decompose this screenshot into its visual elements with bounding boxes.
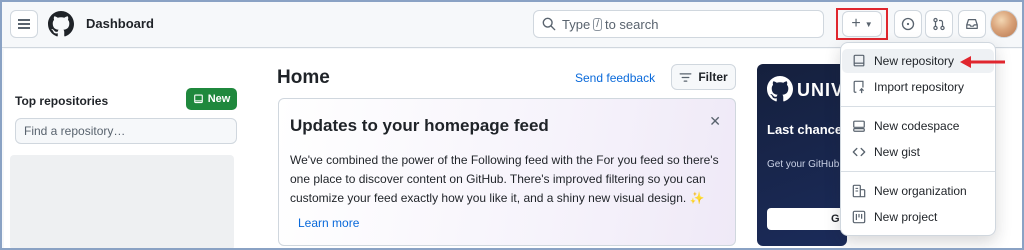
- repo-push-icon: [853, 80, 864, 94]
- menu-item-import-repository[interactable]: Import repository: [842, 75, 994, 99]
- search-prefix: Type: [562, 16, 591, 32]
- avatar[interactable]: [990, 10, 1018, 38]
- find-repository-input[interactable]: Find a repository…: [15, 118, 237, 144]
- hamburger-icon: [18, 23, 30, 25]
- filter-label: Filter: [698, 70, 728, 84]
- new-repository-button[interactable]: New: [186, 88, 237, 110]
- feed-update-card: Updates to your homepage feed ✕ We've co…: [278, 98, 736, 246]
- github-logo-icon[interactable]: [48, 11, 74, 37]
- issue-opened-icon: [901, 17, 915, 31]
- search-shortcut-key: /: [593, 17, 602, 31]
- search-input[interactable]: Type / to search: [533, 10, 824, 38]
- create-new-button[interactable]: + ▼: [842, 11, 882, 37]
- code-icon: [852, 147, 866, 157]
- organization-icon: [852, 184, 866, 198]
- repo-icon: [193, 93, 203, 103]
- repo-icon: [853, 54, 865, 67]
- codespaces-icon: [853, 120, 865, 132]
- git-pull-request-icon: [933, 17, 945, 31]
- menu-item-new-organization[interactable]: New organization: [842, 179, 994, 203]
- promo-headline: Last chance: sale is exten: [767, 122, 847, 137]
- close-icon[interactable]: ✕: [709, 113, 721, 130]
- dashboard-sidebar: Top repositories New Find a repository…: [4, 49, 249, 248]
- learn-more-link[interactable]: Learn more: [298, 216, 359, 230]
- triangle-down-icon: ▼: [864, 19, 873, 29]
- issues-button[interactable]: [894, 10, 922, 38]
- universe-promo-card: UNIV Last chance: sale is exten Get your…: [757, 64, 847, 246]
- page-title: Home: [277, 67, 330, 88]
- menu-item-new-project[interactable]: New project: [842, 205, 994, 229]
- menu-item-label: New gist: [874, 145, 921, 159]
- menu-item-label: New organization: [874, 184, 967, 198]
- menu-toggle-button[interactable]: [10, 10, 38, 38]
- context-title[interactable]: Dashboard: [86, 16, 154, 31]
- top-repositories-heading: Top repositories: [15, 94, 109, 108]
- inbox-icon: [966, 19, 978, 29]
- plus-icon: +: [851, 15, 861, 32]
- pull-requests-button[interactable]: [925, 10, 953, 38]
- menu-divider: [841, 171, 995, 172]
- menu-item-new-codespace[interactable]: New codespace: [842, 114, 994, 138]
- new-button-label: New: [207, 93, 231, 105]
- menu-item-label: New project: [874, 210, 938, 224]
- inbox-button[interactable]: [958, 10, 986, 38]
- filter-button[interactable]: Filter: [671, 64, 736, 90]
- annotation-arrow-icon: [960, 56, 1005, 68]
- menu-divider: [841, 106, 995, 107]
- menu-item-label: Import repository: [874, 80, 965, 94]
- search-suffix: to search: [604, 16, 659, 32]
- menu-item-label: New codespace: [874, 119, 960, 133]
- create-new-highlight: + ▼: [836, 8, 888, 40]
- menu-item-label: New repository: [874, 54, 955, 68]
- filter-icon: [679, 72, 692, 82]
- screenshot-frame: Dashboard Type / to search + ▼ Top repos…: [0, 0, 1024, 250]
- loading-placeholder: [10, 155, 234, 248]
- menu-item-new-gist[interactable]: New gist: [842, 140, 994, 164]
- project-icon: [852, 210, 866, 224]
- send-feedback-link[interactable]: Send feedback: [575, 71, 655, 85]
- github-logo-icon: [767, 76, 793, 102]
- card-body: We've combined the power of the Followin…: [290, 153, 719, 205]
- promo-body: Get your GitHub until July 15.: [767, 159, 847, 170]
- search-icon: [542, 17, 556, 31]
- promo-logo-text: UNIV: [797, 80, 845, 100]
- card-title: Updates to your homepage feed: [290, 116, 549, 135]
- promo-button[interactable]: G: [767, 208, 847, 230]
